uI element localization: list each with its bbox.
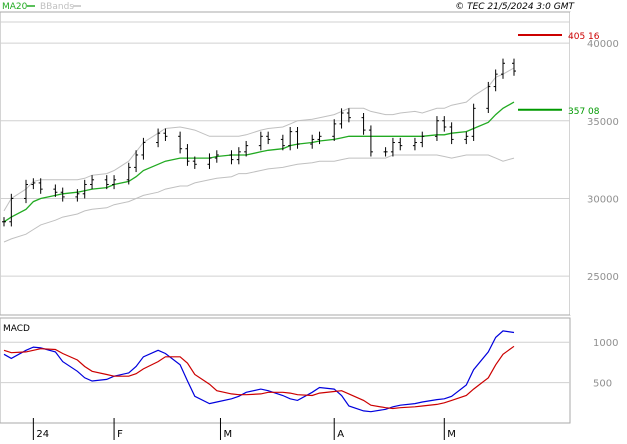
price-axis xyxy=(570,12,627,315)
macd-y-ticks: 500 1000 xyxy=(593,338,618,389)
x-axis-label: F xyxy=(117,429,123,440)
credit-timestamp: © TEC 21/5/2024 3:0 GMT xyxy=(455,2,575,12)
marker-label: 357 08 xyxy=(568,107,600,117)
marker-label: 405 16 xyxy=(568,32,600,42)
price-panel xyxy=(0,11,571,316)
price-y-tick-label: 35000 xyxy=(587,117,619,128)
chart-stage: 25000 30000 35000 40000 500 1000 405 16 357 0… xyxy=(0,0,627,440)
price-y-tick-label: 25000 xyxy=(587,272,619,283)
stock-chart: 25000300003500040000 5001000 405 16357 0… xyxy=(0,2,627,440)
macd-y-tick-label: 500 xyxy=(593,379,612,390)
macd-panel xyxy=(0,317,571,424)
macd-y-tick-label: 1000 xyxy=(593,338,618,349)
x-axis-label: 24 xyxy=(36,429,49,440)
price-y-tick-label: 30000 xyxy=(587,194,619,205)
legend-ma20-label: MA20 xyxy=(2,2,28,12)
x-axis-label: M xyxy=(447,429,456,440)
x-axis-label: A xyxy=(337,429,344,440)
legend-bbands-label: BBands xyxy=(40,2,74,12)
macd-panel-title: MACD xyxy=(3,324,30,334)
x-axis-label: M xyxy=(223,429,232,440)
